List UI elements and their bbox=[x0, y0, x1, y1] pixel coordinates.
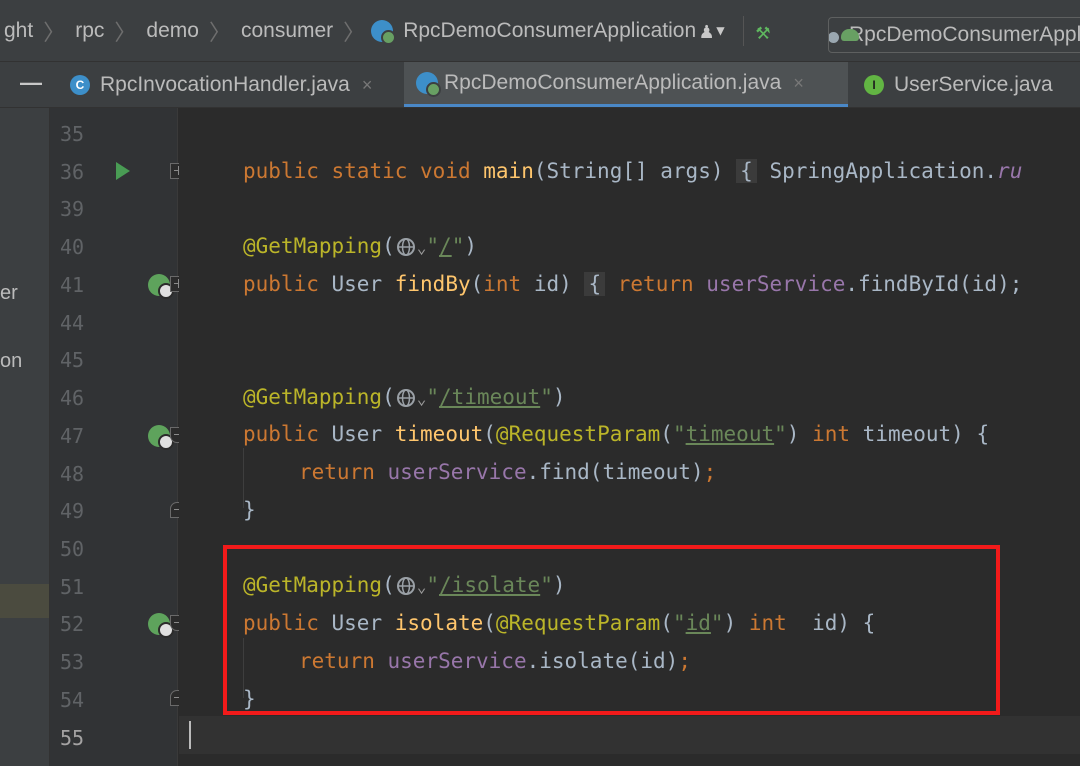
breadcrumb-item-class[interactable]: RpcDemoConsumerApplication bbox=[371, 0, 700, 61]
globe-icon[interactable] bbox=[395, 236, 417, 258]
line-number: 44 bbox=[60, 311, 85, 335]
breadcrumb-item[interactable]: ght bbox=[0, 0, 37, 61]
line-number: 52 bbox=[60, 612, 85, 636]
code-line-52[interactable]: public User isolate(@RequestParam("id") … bbox=[243, 604, 875, 642]
text-caret bbox=[189, 721, 191, 749]
breadcrumb-separator-icon: 〉 bbox=[43, 19, 66, 45]
chevron-down-icon: ⌄ bbox=[416, 577, 427, 596]
code-line-47[interactable]: public User timeout(@RequestParam("timeo… bbox=[243, 415, 989, 453]
code-line-54[interactable]: } bbox=[243, 680, 256, 718]
editor-tab-bar: — C RpcInvocationHandler.java × RpcDemoC… bbox=[0, 62, 1080, 108]
hammer-build-icon[interactable]: ⚒ bbox=[756, 17, 770, 45]
web-mapping-icon[interactable] bbox=[148, 425, 174, 450]
line-number: 45 bbox=[60, 348, 85, 372]
class-icon: C bbox=[70, 75, 90, 95]
code-line-41[interactable]: public User findBy(int id) { return user… bbox=[243, 265, 1022, 303]
globe-icon[interactable] bbox=[395, 575, 417, 597]
breadcrumb-item[interactable]: demo bbox=[142, 0, 203, 61]
code-line-51[interactable]: @GetMapping(⌄"/isolate") bbox=[243, 566, 566, 604]
tab-rpc-invocation-handler[interactable]: C RpcInvocationHandler.java × bbox=[58, 62, 398, 107]
globe-icon[interactable] bbox=[395, 387, 417, 409]
chevron-down-icon: ⌄ bbox=[416, 389, 427, 408]
breadcrumb-item[interactable]: consumer bbox=[237, 0, 337, 61]
line-number: 39 bbox=[60, 197, 85, 221]
run-icon[interactable] bbox=[116, 162, 130, 180]
breadcrumb-separator-icon: 〉 bbox=[208, 19, 231, 45]
web-mapping-icon[interactable] bbox=[148, 274, 174, 299]
editor-gutter: 35 36 39 40 41 44 45 46 47 48 49 50 51 5… bbox=[50, 108, 178, 766]
spring-app-icon bbox=[371, 19, 397, 45]
project-tree-item[interactable]: er bbox=[0, 282, 18, 305]
code-line-48[interactable]: return userService.find(timeout); bbox=[299, 453, 716, 491]
breadcrumb-item[interactable]: rpc bbox=[71, 0, 108, 61]
line-number: 48 bbox=[60, 462, 85, 486]
web-mapping-icon[interactable] bbox=[148, 613, 174, 638]
code-line-46[interactable]: @GetMapping(⌄"/timeout") bbox=[243, 378, 566, 416]
tab-label: RpcInvocationHandler.java bbox=[100, 73, 350, 96]
line-number: 49 bbox=[60, 499, 85, 523]
line-number: 35 bbox=[60, 122, 85, 146]
code-line-53[interactable]: return userService.isolate(id); bbox=[299, 642, 691, 680]
chevron-down-icon[interactable]: ▼ bbox=[716, 23, 724, 39]
toolbar-divider bbox=[742, 16, 744, 46]
run-configuration-selector[interactable]: RpcDemoConsumerApplication bbox=[828, 17, 1080, 53]
line-number: 46 bbox=[60, 386, 85, 410]
breadcrumb-separator-icon: 〉 bbox=[343, 19, 366, 45]
code-editor[interactable]: public static void main(String[] args) {… bbox=[179, 108, 1080, 766]
user-icon[interactable]: ♟ bbox=[700, 19, 713, 44]
code-line-36[interactable]: public static void main(String[] args) {… bbox=[243, 152, 1022, 190]
close-icon[interactable]: × bbox=[362, 75, 373, 96]
tab-label: UserService.java bbox=[894, 73, 1053, 96]
line-number: 53 bbox=[60, 650, 85, 674]
run-configuration-label: RpcDemoConsumerApplication bbox=[849, 23, 1080, 46]
code-line-40[interactable]: @GetMapping(⌄"/") bbox=[243, 227, 477, 265]
line-number: 40 bbox=[60, 235, 85, 259]
tab-label: RpcDemoConsumerApplication.java bbox=[444, 71, 782, 94]
interface-icon: I bbox=[864, 75, 884, 95]
line-number: 47 bbox=[60, 424, 85, 448]
project-tree-selected-row[interactable] bbox=[0, 584, 49, 618]
project-panel: er on bbox=[0, 108, 50, 766]
folded-code-marker: { bbox=[736, 159, 757, 183]
line-number: 54 bbox=[60, 688, 85, 712]
close-icon[interactable]: × bbox=[793, 73, 804, 94]
folded-code-marker: { bbox=[584, 272, 606, 296]
toolbar-actions: ♟ ▼ ⚒ bbox=[700, 0, 770, 62]
line-number: 41 bbox=[60, 273, 85, 297]
breadcrumb-separator-icon: 〉 bbox=[114, 19, 137, 45]
collapse-icon[interactable]: — bbox=[20, 70, 42, 96]
tab-rpc-demo-consumer-application[interactable]: RpcDemoConsumerApplication.java × bbox=[404, 62, 848, 107]
spring-app-icon bbox=[416, 72, 441, 97]
line-number: 36 bbox=[60, 160, 85, 184]
line-number: 51 bbox=[60, 575, 85, 599]
project-tree-item[interactable]: on bbox=[0, 350, 22, 373]
tab-user-service[interactable]: I UserService.java bbox=[852, 62, 1080, 107]
current-line-highlight bbox=[179, 716, 1080, 754]
line-number-current: 55 bbox=[60, 726, 85, 750]
line-number: 50 bbox=[60, 537, 85, 561]
code-line-49[interactable]: } bbox=[243, 491, 256, 529]
chevron-down-icon: ⌄ bbox=[416, 238, 427, 257]
